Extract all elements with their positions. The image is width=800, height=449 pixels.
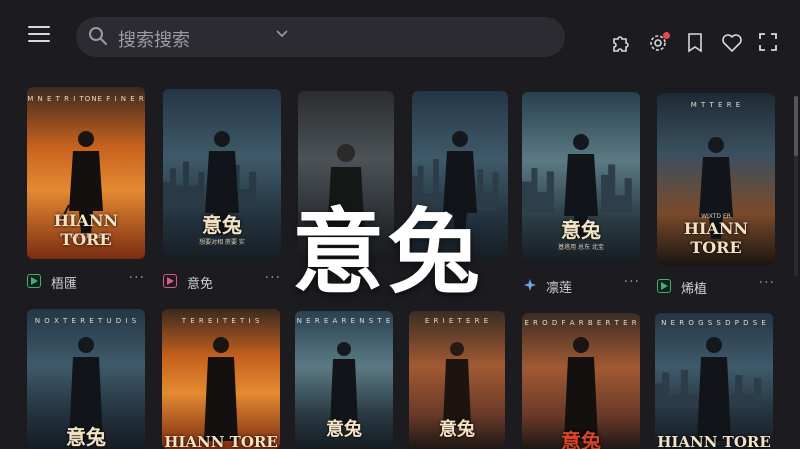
overlay-watermark: 意兔	[292, 199, 485, 306]
poster-title: 意兔	[326, 419, 362, 440]
movie-card[interactable]: M T T E R E HIANN TORE WIXTD ER	[657, 93, 775, 265]
poster-title: HIANN TORE	[164, 433, 278, 449]
heart-icon[interactable]	[721, 32, 743, 54]
movie-card[interactable]: M N E T R I TONE F I N E R HIANN TORE OR…	[27, 87, 145, 259]
poster-subtitle: WIXTD ER	[701, 213, 731, 220]
play-icon[interactable]	[27, 274, 41, 288]
poster-credits: E R I E T E R E	[424, 317, 490, 325]
search-bar[interactable]: 搜索搜索	[76, 17, 565, 57]
scrollbar-thumb[interactable]	[794, 96, 798, 156]
movie-card[interactable]: 意兔 基塔用 总东 北宝	[522, 92, 640, 264]
poster-credits: N O X T E R E T U D I S	[34, 317, 138, 325]
movie-card[interactable]: 意兔 想要对相 蔗要 实	[163, 89, 281, 261]
poster-title: HIANN TORE	[53, 211, 119, 249]
poster-credits: E R O D F A R B E R T E R	[524, 319, 638, 327]
movie-card[interactable]: N O X T E R E T U D I S 意兔	[27, 309, 145, 449]
search-placeholder: 搜索搜索	[118, 30, 190, 51]
figure-icon	[204, 337, 238, 441]
more-options-button[interactable]: ···	[265, 270, 281, 286]
movie-card[interactable]: E R I E T E R E 意兔	[409, 311, 505, 449]
more-options-button[interactable]: ···	[759, 275, 775, 291]
card-title[interactable]: 凛莲	[546, 277, 572, 296]
card-meta: 意免 ···	[163, 270, 281, 294]
search-icon	[89, 27, 107, 45]
sparkle-icon	[524, 279, 536, 291]
poster-subtitle: 想要对相 蔗要 实	[199, 239, 245, 246]
gear-badge-button[interactable]	[647, 32, 671, 54]
poster-title: 意兔	[66, 425, 106, 449]
poster-title: 意兔	[202, 213, 242, 237]
poster-title: 意兔	[561, 218, 601, 242]
figure-icon	[443, 342, 471, 427]
figure-icon	[697, 337, 731, 441]
card-meta: 梧匯 ···	[27, 270, 145, 294]
chevron-down-icon[interactable]	[276, 30, 288, 38]
card-title[interactable]: 意免	[187, 273, 213, 292]
movie-card[interactable]: E R O D F A R B E R T E R 意兔	[522, 313, 640, 449]
poster-subtitle: 基塔用 总东 北宝	[558, 244, 604, 251]
poster-credits: T E R E I T E T I S	[181, 317, 261, 325]
poster-credits: M N E T R I TONE F I N E R	[27, 95, 145, 103]
poster-credits: N E R O G S S D P D S E	[661, 319, 767, 327]
poster-title: 意兔	[439, 419, 475, 440]
movie-card[interactable]: N E R O G S S D P D S E HIANN TORE	[655, 313, 773, 449]
poster-credits: M T T E R E	[690, 101, 742, 109]
puzzle-icon[interactable]	[610, 32, 632, 54]
poster-subtitle: OR S A T E	[70, 233, 102, 240]
poster-credits: N E R E A R E N S T E	[296, 317, 392, 325]
top-bar: 搜索搜索	[0, 0, 800, 72]
menu-icon[interactable]	[28, 26, 50, 44]
card-title[interactable]: 烯植	[681, 278, 707, 297]
more-options-button[interactable]: ···	[624, 274, 640, 290]
poster-title: 意兔	[561, 429, 601, 449]
poster-title: HIANN TORE	[657, 433, 771, 449]
more-options-button[interactable]: ···	[129, 270, 145, 286]
poster-title: HIANN TORE	[683, 219, 749, 257]
bookmark-icon[interactable]	[686, 32, 704, 54]
movie-card[interactable]: T E R E I T E T I S HIANN TORE	[162, 309, 280, 449]
card-meta: 烯植 ···	[657, 275, 775, 299]
play-icon[interactable]	[657, 279, 671, 293]
card-title[interactable]: 梧匯	[51, 273, 77, 292]
figure-icon	[330, 342, 358, 427]
movie-card[interactable]: N E R E A R E N S T E 意兔	[295, 311, 393, 449]
notification-badge	[663, 32, 670, 39]
fullscreen-icon[interactable]	[758, 32, 778, 52]
play-icon[interactable]	[163, 274, 177, 288]
card-meta: 凛莲 ···	[522, 274, 640, 298]
